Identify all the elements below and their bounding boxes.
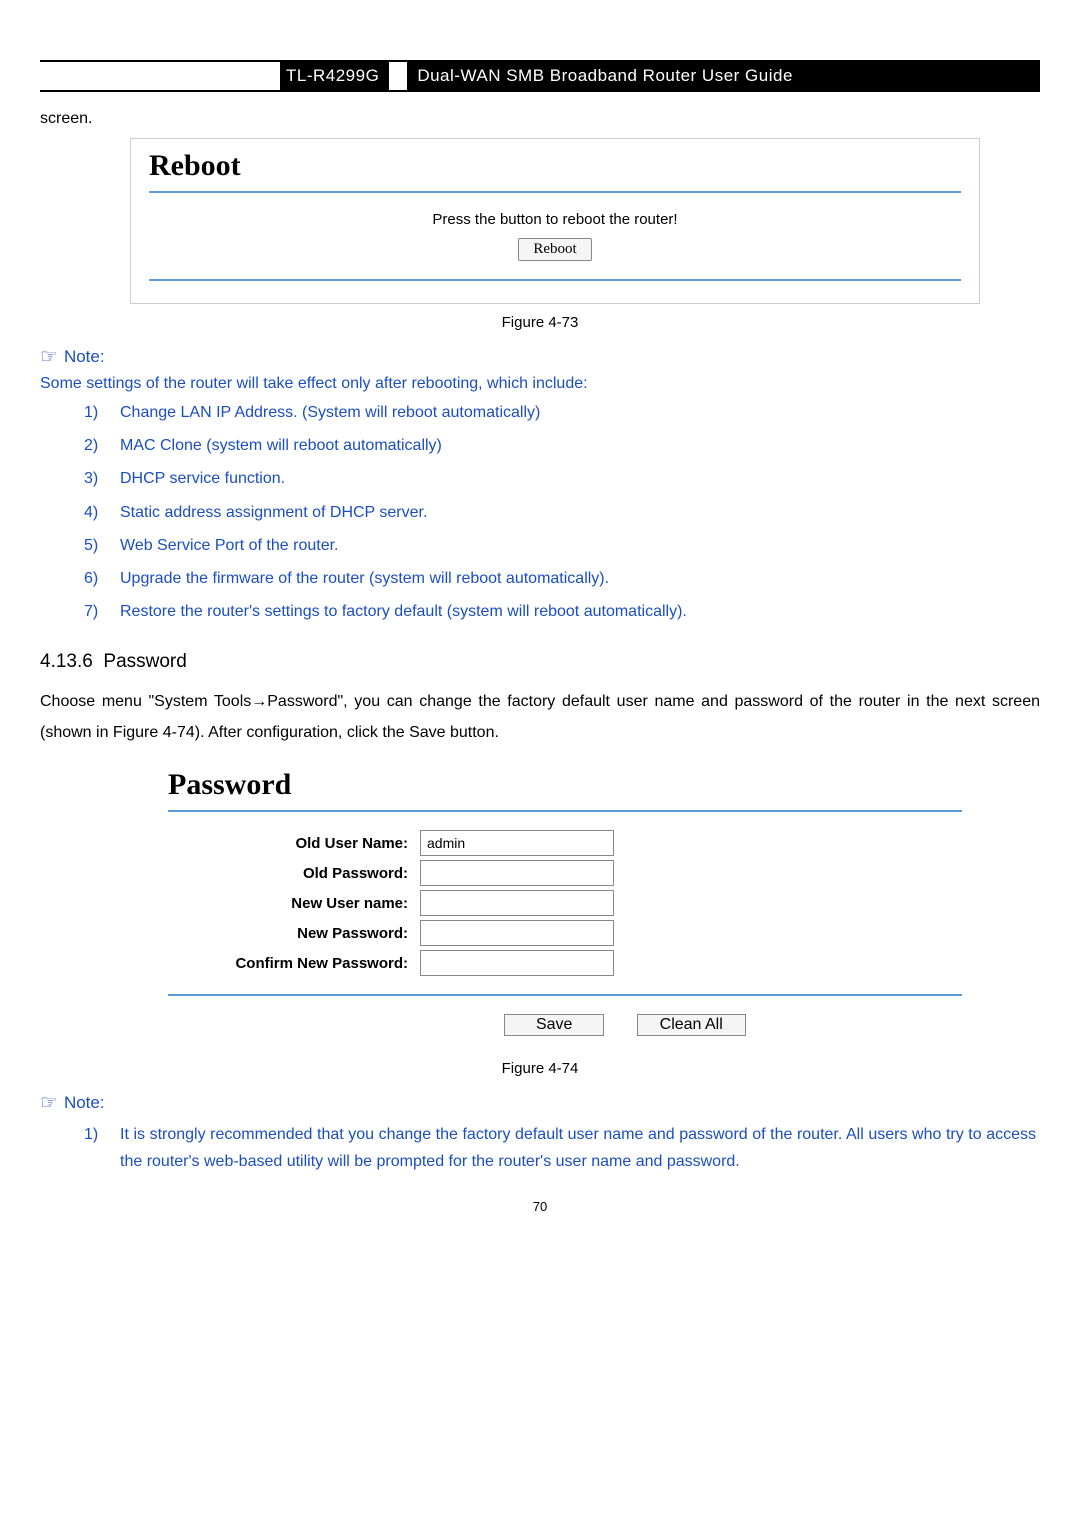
- reboot-button[interactable]: Reboot: [518, 238, 591, 261]
- confirm-label: Confirm New Password:: [168, 955, 420, 972]
- list-item: DHCP service function.: [84, 465, 1040, 492]
- divider: [168, 994, 962, 996]
- divider: [149, 279, 961, 281]
- new-pass-input[interactable]: [420, 920, 614, 946]
- note-heading: ☞ Note:: [40, 347, 1040, 367]
- reboot-title: Reboot: [149, 149, 961, 183]
- list-item: Web Service Port of the router.: [84, 532, 1040, 559]
- section-number: 4.13.6: [40, 651, 93, 672]
- reboot-instruction: Press the button to reboot the router!: [149, 211, 961, 228]
- header-title: Dual-WAN SMB Broadband Router User Guide: [407, 62, 1040, 90]
- form-row-old-user: Old User Name:: [168, 830, 962, 856]
- button-row: Save Clean All: [168, 1014, 962, 1036]
- note-list: Change LAN IP Address. (System will rebo…: [84, 399, 1040, 625]
- figure-74-caption: Figure 4-74: [40, 1060, 1040, 1077]
- note-lead: Some settings of the router will take ef…: [40, 375, 1040, 393]
- list-item: Static address assignment of DHCP server…: [84, 499, 1040, 526]
- header-bar: TL-R4299G Dual-WAN SMB Broadband Router …: [40, 60, 1040, 92]
- page-number: 70: [40, 1199, 1040, 1214]
- form-row-old-pass: Old Password:: [168, 860, 962, 886]
- confirm-pass-input[interactable]: [420, 950, 614, 976]
- divider: [168, 810, 962, 812]
- form-row-new-pass: New Password:: [168, 920, 962, 946]
- section-title: Password: [103, 651, 186, 672]
- list-item: It is strongly recommended that you chan…: [84, 1121, 1040, 1175]
- hand-point-icon: ☞: [40, 347, 58, 367]
- password-title: Password: [168, 768, 962, 802]
- document-page: TL-R4299G Dual-WAN SMB Broadband Router …: [40, 60, 1040, 1254]
- note-heading: ☞ Note:: [40, 1093, 1040, 1113]
- list-item: Restore the router's settings to factory…: [84, 598, 1040, 625]
- section-heading: 4.13.6 Password: [40, 651, 1040, 673]
- note-label: Note:: [64, 1093, 105, 1113]
- figure-73-caption: Figure 4-73: [40, 314, 1040, 331]
- old-user-input[interactable]: [420, 830, 614, 856]
- form-row-new-user: New User name:: [168, 890, 962, 916]
- old-user-label: Old User Name:: [168, 835, 420, 852]
- old-pass-input[interactable]: [420, 860, 614, 886]
- new-pass-label: New Password:: [168, 925, 420, 942]
- password-intro: Choose menu "System Tools→Password", you…: [40, 687, 1040, 748]
- password-panel: Password Old User Name: Old Password: Ne…: [150, 762, 980, 1050]
- intro-continuation: screen.: [40, 110, 1040, 128]
- old-pass-label: Old Password:: [168, 865, 420, 882]
- divider: [149, 191, 961, 193]
- note-label: Note:: [64, 347, 105, 367]
- list-item: MAC Clone (system will reboot automatica…: [84, 432, 1040, 459]
- clean-all-button[interactable]: Clean All: [637, 1014, 746, 1036]
- list-item: Upgrade the firmware of the router (syst…: [84, 565, 1040, 592]
- form-row-confirm: Confirm New Password:: [168, 950, 962, 976]
- reboot-panel: Reboot Press the button to reboot the ro…: [130, 138, 980, 304]
- note-list-2: It is strongly recommended that you chan…: [84, 1121, 1040, 1175]
- header-model: TL-R4299G: [280, 62, 389, 90]
- list-item: Change LAN IP Address. (System will rebo…: [84, 399, 1040, 426]
- new-user-label: New User name:: [168, 895, 420, 912]
- new-user-input[interactable]: [420, 890, 614, 916]
- save-button[interactable]: Save: [504, 1014, 604, 1036]
- hand-point-icon: ☞: [40, 1093, 58, 1113]
